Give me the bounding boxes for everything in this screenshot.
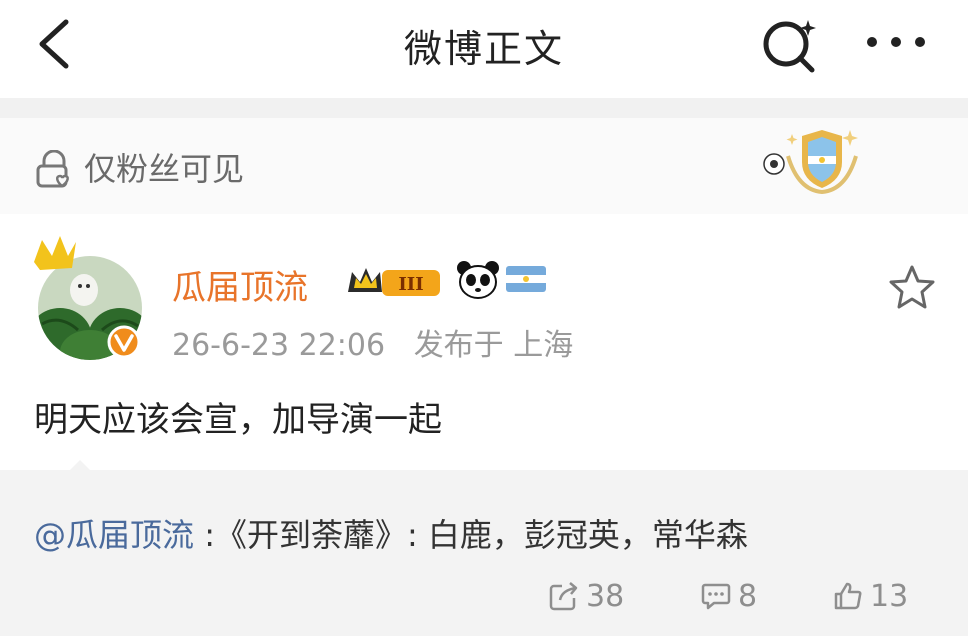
- crown-icon: III: [348, 268, 440, 296]
- post-location: 发布于 上海: [413, 328, 574, 363]
- more-icon: [867, 37, 925, 47]
- search-button[interactable]: [758, 14, 822, 74]
- flag-icon: [506, 266, 546, 292]
- top-bar: 微博正文: [0, 0, 968, 98]
- post-text: 明天应该会宣，加导演一起: [34, 400, 442, 440]
- like-button[interactable]: 13: [832, 574, 908, 618]
- shield-badge-icon: [763, 130, 858, 195]
- repost-mention[interactable]: @瓜届顶流: [34, 516, 194, 554]
- avatar[interactable]: [30, 234, 150, 360]
- section-gap: [0, 98, 968, 118]
- post-author[interactable]: 瓜届顶流: [172, 260, 308, 309]
- repost-body: :《开到荼蘼》: 白鹿，彭冠英，常华森: [194, 516, 748, 554]
- more-button[interactable]: [862, 20, 930, 64]
- comment-button[interactable]: 8: [700, 574, 757, 618]
- comment-count: 8: [738, 578, 758, 614]
- favorite-button[interactable]: [886, 262, 938, 314]
- repost-content: @瓜届顶流 :《开到荼蘼》: 白鹿，彭冠英，常华森: [34, 510, 748, 556]
- comment-icon: [701, 583, 731, 610]
- page-title: 微博正文: [403, 27, 564, 71]
- like-count: 13: [870, 578, 909, 614]
- repost-icon: [549, 582, 578, 611]
- star-icon: [889, 265, 935, 309]
- post-time: 26-6-23 22:06: [172, 328, 386, 363]
- post-meta: 26-6-23 22:06 发布于 上海: [172, 320, 573, 364]
- panda-icon: [457, 261, 499, 299]
- repost-button[interactable]: 38: [548, 574, 624, 618]
- visibility-label: 仅粉丝可见: [84, 150, 245, 188]
- repost-count: 38: [586, 578, 625, 614]
- badge-level: III: [398, 274, 423, 295]
- like-icon: [834, 582, 862, 610]
- search-icon: [763, 20, 816, 73]
- lock-icon: [36, 150, 69, 188]
